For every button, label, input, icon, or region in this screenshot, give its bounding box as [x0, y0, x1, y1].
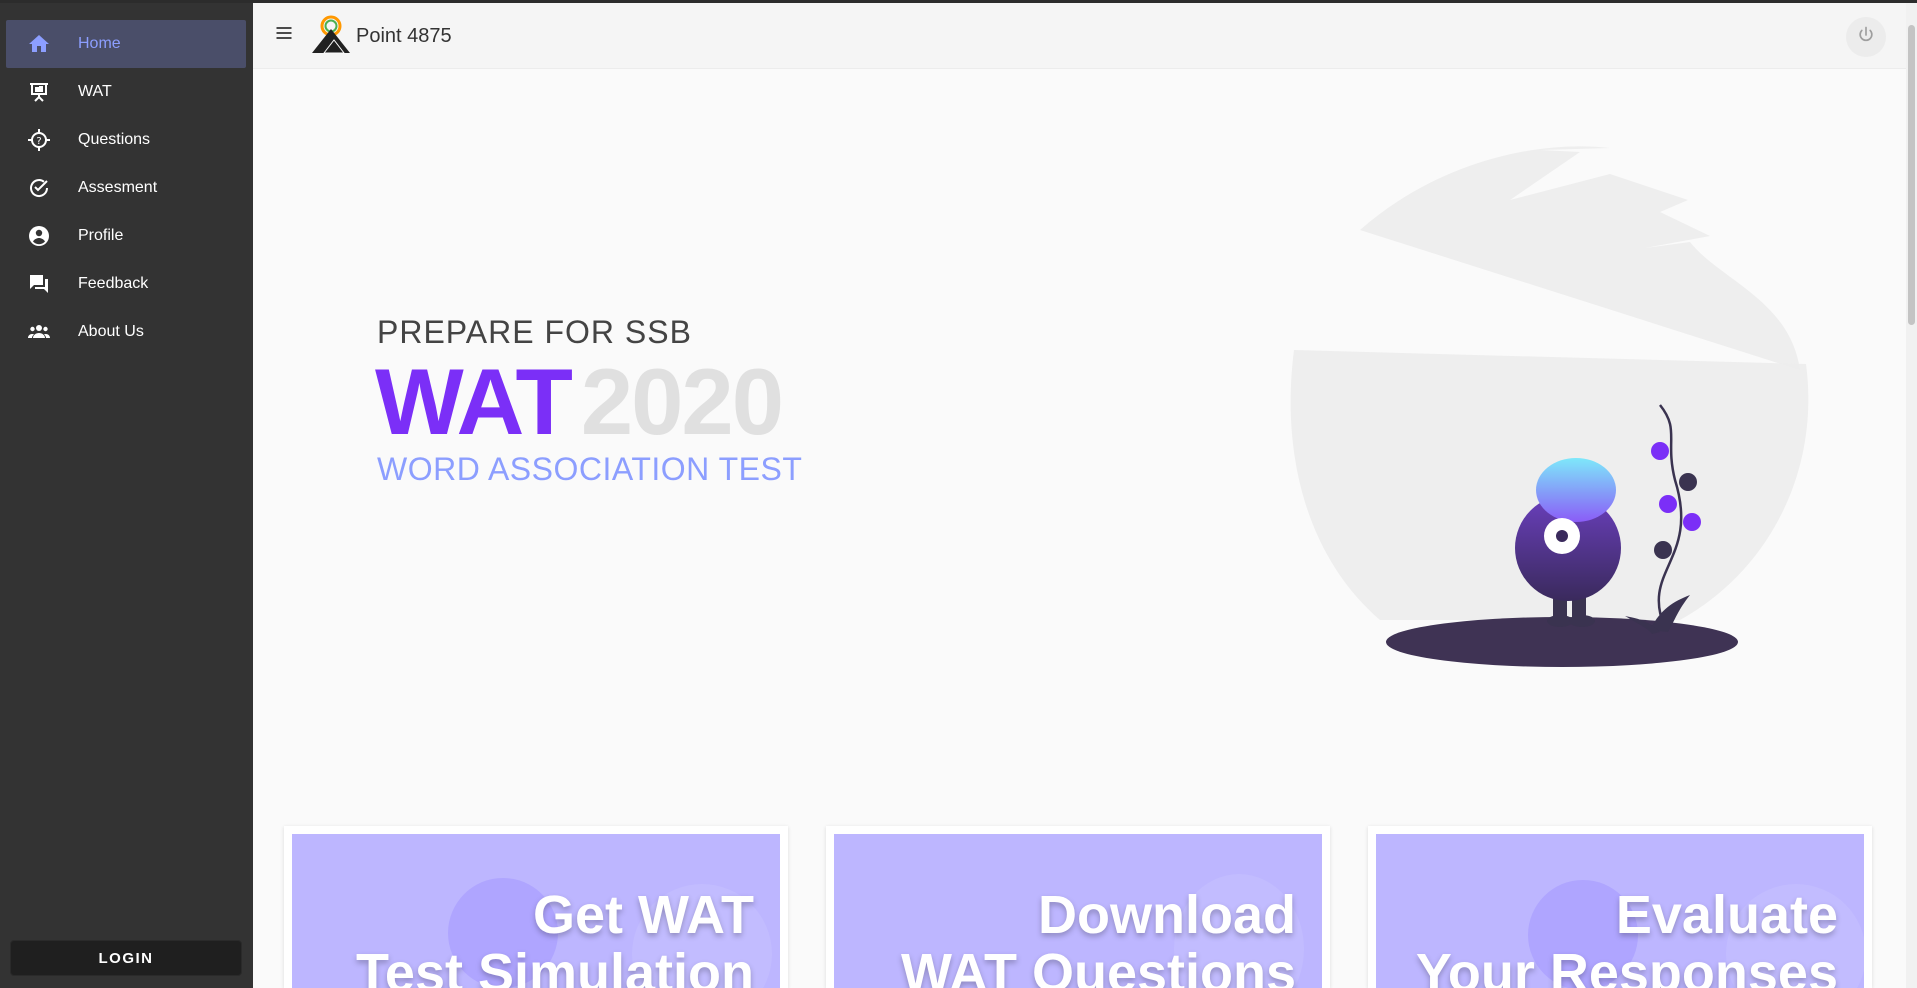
card-title: Evaluate Your Responses: [1416, 886, 1838, 988]
card-banner: Download WAT Questions: [834, 834, 1322, 988]
presentation-icon: [6, 68, 62, 116]
card-download-questions[interactable]: Download WAT Questions: [826, 826, 1330, 988]
forum-icon: [6, 260, 62, 308]
hero-illustration: [1280, 140, 1840, 680]
hero-title-year: 2020: [580, 349, 784, 454]
question-target-icon: ?: [6, 116, 62, 164]
sidebar-item-label: Home: [78, 35, 121, 52]
card-title: Download WAT Questions: [901, 886, 1296, 988]
sidebar-item-profile[interactable]: Profile: [6, 212, 246, 260]
card-title-line1: Get WAT: [533, 885, 754, 945]
group-icon: [6, 308, 62, 356]
sidebar-item-label: Profile: [78, 227, 124, 244]
svg-text:?: ?: [36, 136, 41, 147]
hero-kicker: PREPARE FOR SSB: [377, 314, 692, 350]
app-brand-name: Point 4875: [356, 25, 452, 47]
sidebar-item-label: About Us: [78, 323, 144, 340]
menu-button[interactable]: [266, 17, 302, 53]
brand-logo: [310, 13, 352, 55]
home-icon: [6, 20, 62, 68]
card-title-line2: Test Simulation: [355, 943, 754, 988]
sidebar-item-label: WAT: [78, 83, 112, 100]
card-title-line2: WAT Questions: [900, 943, 1296, 988]
card-title-line1: Download: [1038, 885, 1296, 945]
check-circle-icon: [6, 164, 62, 212]
sidebar-item-label: Questions: [78, 131, 151, 148]
sidebar-item-questions[interactable]: ? Questions: [6, 116, 246, 164]
card-banner: Get WAT Test Simulation: [292, 834, 780, 988]
sidebar: Home WAT ? Questions Assesment Profile F…: [0, 3, 253, 988]
sidebar-item-label: Feedback: [78, 275, 149, 292]
sidebar-item-home[interactable]: Home: [6, 20, 246, 68]
account-circle-icon: [6, 212, 62, 260]
card-banner: Evaluate Your Responses: [1376, 834, 1864, 988]
card-evaluate-responses[interactable]: Evaluate Your Responses: [1368, 826, 1872, 988]
power-icon: [1856, 25, 1876, 50]
scrollbar[interactable]: [1906, 3, 1917, 988]
card-test-simulation[interactable]: Get WAT Test Simulation: [284, 826, 788, 988]
sidebar-item-assesment[interactable]: Assesment: [6, 164, 246, 212]
hero-subtitle: WORD ASSOCIATION TEST: [377, 451, 803, 487]
sidebar-item-about-us[interactable]: About Us: [6, 308, 246, 356]
power-button[interactable]: [1846, 17, 1886, 57]
sidebar-item-label: Assesment: [78, 179, 158, 196]
card-title: Get WAT Test Simulation: [356, 886, 754, 988]
sidebar-item-feedback[interactable]: Feedback: [6, 260, 246, 308]
card-title-line1: Evaluate: [1615, 885, 1838, 945]
sidebar-item-wat[interactable]: WAT: [6, 68, 246, 116]
scrollbar-thumb[interactable]: [1908, 25, 1915, 325]
app-toolbar: Point 4875: [253, 3, 1906, 69]
hero-title: WAT 2020: [375, 349, 784, 454]
hero-title-main: WAT: [375, 349, 573, 454]
hamburger-menu-icon: [274, 23, 294, 48]
login-button[interactable]: LOGIN: [10, 940, 242, 976]
card-title-line2: Your Responses: [1415, 943, 1838, 988]
